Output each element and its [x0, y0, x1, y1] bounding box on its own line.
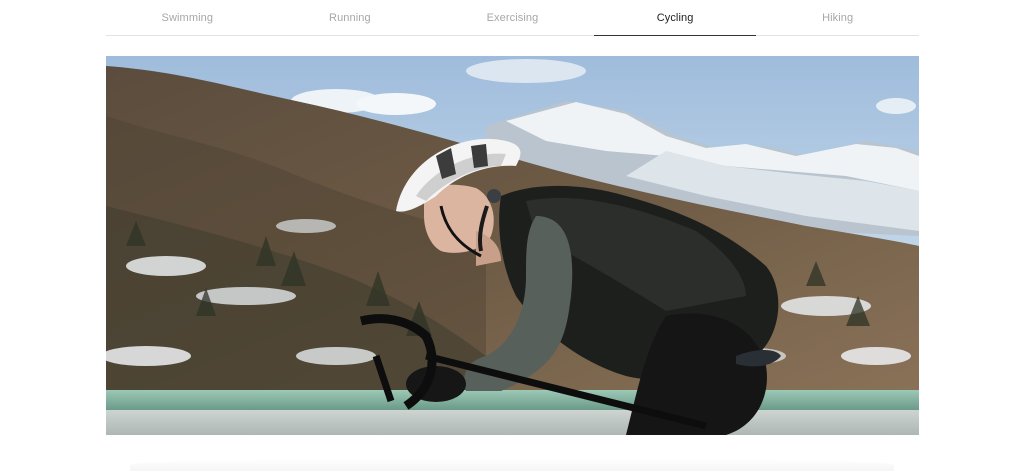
tab-hiking[interactable]: Hiking [756, 0, 919, 35]
cycling-photo [106, 56, 919, 435]
tab-label: Running [329, 11, 371, 24]
tab-exercising[interactable]: Exercising [431, 0, 594, 35]
sport-tabs: Swimming Running Exercising Cycling Hiki… [106, 0, 919, 36]
section-shadow [130, 458, 894, 471]
tab-label: Exercising [486, 11, 539, 24]
tab-label: Hiking [822, 11, 854, 24]
tab-swimming[interactable]: Swimming [106, 0, 269, 35]
tab-running[interactable]: Running [269, 0, 432, 35]
page: Swimming Running Exercising Cycling Hiki… [0, 0, 1024, 471]
tab-cycling[interactable]: Cycling [593, 0, 757, 36]
tab-label: Cycling [656, 11, 694, 24]
tab-label: Swimming [161, 11, 214, 24]
hero-image [106, 56, 919, 435]
